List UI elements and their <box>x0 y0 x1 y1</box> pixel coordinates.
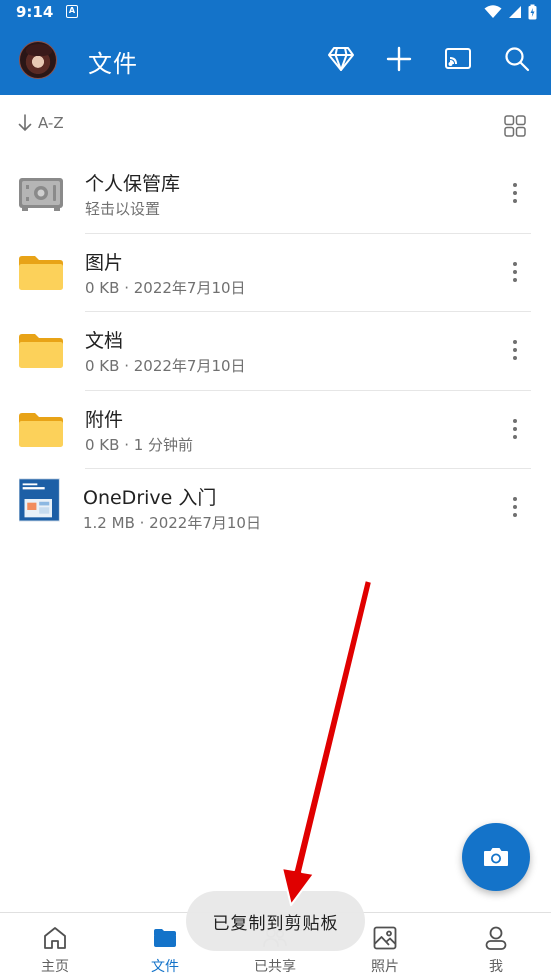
list-item-folder-attachments[interactable]: 附件 0 KB · 1 分钟前 <box>0 391 551 469</box>
status-bar: 9:14 A <box>0 0 551 24</box>
plus-icon <box>386 46 412 72</box>
wifi-icon <box>484 5 502 18</box>
file-list: 个人保管库 轻击以设置 图片 0 KB · 2022年7月10日 文档 0 KB… <box>0 155 551 548</box>
status-time: 9:14 <box>16 3 54 21</box>
grid-view-icon[interactable] <box>503 114 527 138</box>
file-name: 文档 <box>85 330 124 352</box>
camera-scan-button[interactable] <box>462 823 530 891</box>
list-item-folder-documents[interactable]: 文档 0 KB · 2022年7月10日 <box>0 312 551 391</box>
arrow-down-icon <box>18 114 32 132</box>
cast-button[interactable] <box>443 44 473 74</box>
status-icons <box>484 3 537 21</box>
diamond-icon <box>328 47 354 71</box>
nav-label: 我 <box>489 959 503 975</box>
nav-label: 照片 <box>371 959 399 975</box>
camera-icon <box>484 848 508 866</box>
file-name: 个人保管库 <box>85 173 181 195</box>
folder-icon <box>154 929 176 947</box>
person-icon <box>485 926 507 950</box>
photo-icon <box>373 926 397 950</box>
search-button[interactable] <box>502 44 532 74</box>
file-name: 图片 <box>85 251 124 274</box>
pdf-thumbnail <box>19 478 60 522</box>
signal-icon <box>509 6 521 18</box>
nav-home[interactable]: 主页 <box>0 913 110 977</box>
file-meta: 0 KB · 2022年7月10日 <box>85 357 246 375</box>
nav-label: 已共享 <box>254 959 296 975</box>
app-bar: 文件 <box>0 24 551 95</box>
folder-icon <box>19 412 63 447</box>
file-name: OneDrive 入门 <box>83 487 217 509</box>
list-item-personal-vault[interactable]: 个人保管库 轻击以设置 <box>0 155 551 234</box>
file-meta: 1.2 MB · 2022年7月10日 <box>83 514 261 532</box>
folder-icon <box>19 334 63 368</box>
avatar[interactable] <box>19 41 57 79</box>
sort-button[interactable]: A-Z <box>18 114 64 132</box>
list-item-folder-pictures[interactable]: 图片 0 KB · 2022年7月10日 <box>0 234 551 312</box>
vault-icon <box>19 178 63 211</box>
more-options-icon[interactable] <box>503 260 527 284</box>
premium-diamond-button[interactable] <box>326 44 356 74</box>
more-options-icon[interactable] <box>503 417 527 441</box>
page-title: 文件 <box>88 50 138 78</box>
add-button[interactable] <box>384 44 414 74</box>
file-name: 附件 <box>85 408 124 431</box>
battery-icon <box>528 4 537 20</box>
file-meta: 轻击以设置 <box>85 200 161 218</box>
more-options-icon[interactable] <box>503 181 527 205</box>
folder-icon <box>19 255 63 290</box>
nav-me[interactable]: 我 <box>441 913 551 977</box>
copied-toast: 已复制到剪贴板 <box>186 891 365 951</box>
cast-icon <box>445 48 471 69</box>
file-meta: 0 KB · 1 分钟前 <box>85 435 194 454</box>
nav-label: 主页 <box>41 959 69 975</box>
onedrive-files-screen: 9:14 A 文件 A-Z 个人保管库 轻击以设置 图片 0 KB · 2022… <box>0 0 551 977</box>
search-icon <box>505 47 530 72</box>
file-meta: 0 KB · 2022年7月10日 <box>85 278 246 297</box>
more-options-icon[interactable] <box>503 338 527 362</box>
nav-label: 文件 <box>151 959 179 975</box>
notification-icon: A <box>66 5 78 18</box>
list-item-onedrive-getting-started[interactable]: OneDrive 入门 1.2 MB · 2022年7月10日 <box>0 469 551 548</box>
sort-label: A-Z <box>38 114 64 132</box>
more-options-icon[interactable] <box>503 495 527 519</box>
home-icon <box>44 927 66 949</box>
sort-bar: A-Z <box>0 95 551 155</box>
